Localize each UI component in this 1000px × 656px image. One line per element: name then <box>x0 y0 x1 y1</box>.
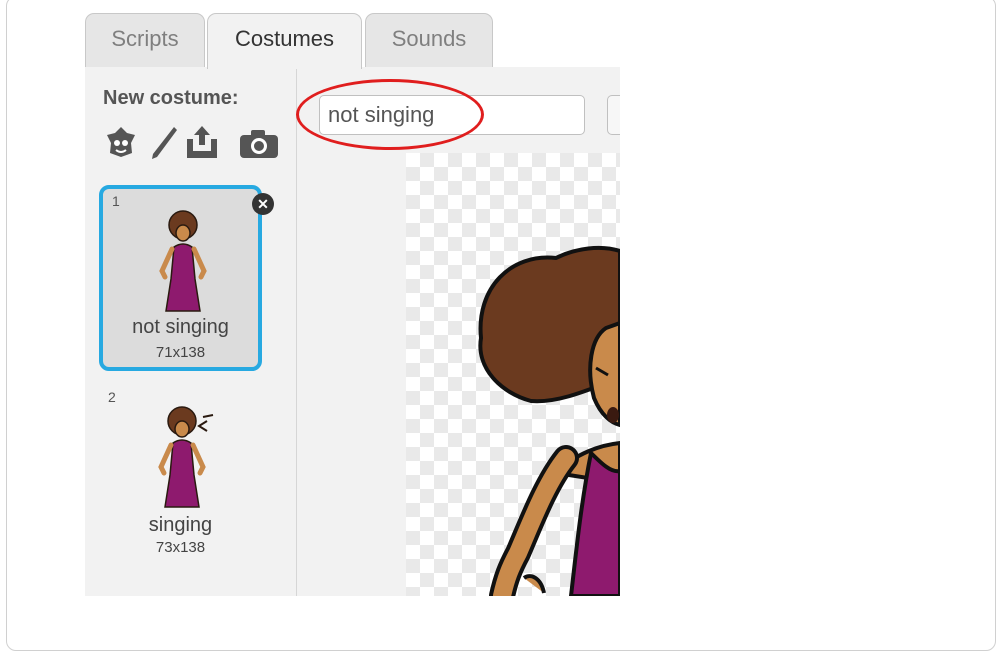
paint-editor <box>297 67 620 596</box>
new-costume-heading: New costume: <box>103 87 239 109</box>
costume-size: 73x138 <box>155 539 206 556</box>
drawing-canvas[interactable] <box>406 153 620 596</box>
costume-size: 71x138 <box>155 344 206 361</box>
costume-number: 1 <box>112 193 120 209</box>
costume-name: singing <box>148 514 213 536</box>
costume-list-pane: New costume: 1 not singing 71x138 2 sing… <box>85 67 297 596</box>
camera-icon[interactable] <box>239 129 279 159</box>
delete-costume-button[interactable]: ✕ <box>252 193 274 215</box>
costume-figure-image <box>158 406 214 508</box>
highlight-annotation <box>296 79 484 150</box>
tab-scripts[interactable]: Scripts <box>85 13 205 67</box>
choose-costume-from-library-icon[interactable] <box>105 125 137 159</box>
paint-new-costume-icon[interactable] <box>149 125 179 161</box>
costume-thumbnail-selected[interactable]: 1 not singing 71x138 <box>99 185 262 371</box>
tab-sounds[interactable]: Sounds <box>365 13 493 67</box>
costume-number: 2 <box>108 389 116 405</box>
costume-thumbnail[interactable]: 2 singing 73x138 <box>99 385 262 565</box>
tab-costumes[interactable]: Costumes <box>207 13 362 69</box>
upload-costume-icon[interactable] <box>185 125 219 159</box>
costume-figure-image <box>159 210 207 312</box>
costume-name: not singing <box>132 316 229 338</box>
toolbar-button[interactable] <box>607 95 620 135</box>
costume-figure-large <box>478 245 620 596</box>
tab-bar: Scripts Costumes Sounds <box>85 0 620 69</box>
